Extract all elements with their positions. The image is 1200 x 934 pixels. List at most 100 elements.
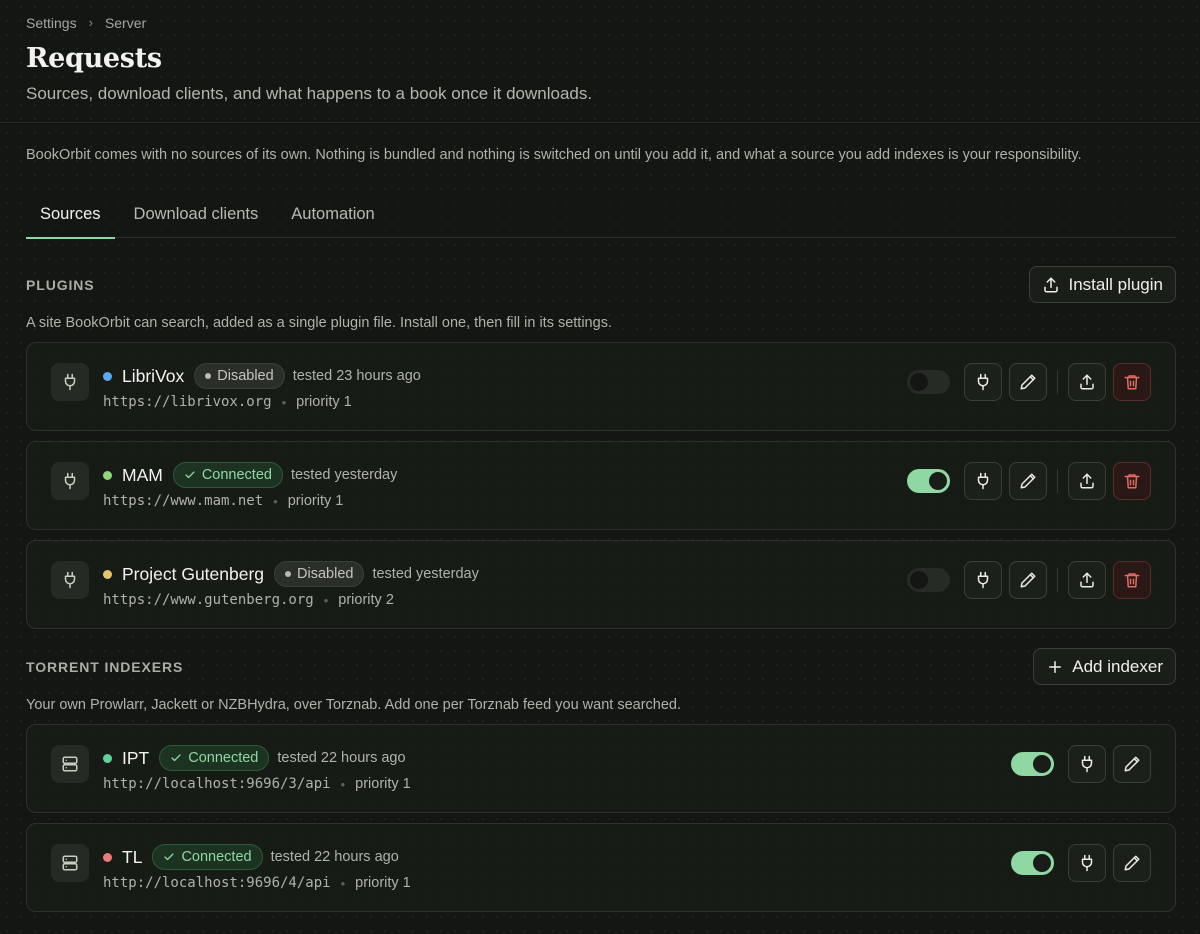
toggle-knob — [910, 373, 928, 391]
toggle-knob — [929, 472, 947, 490]
pencil-icon — [1019, 571, 1037, 589]
status-label: Disabled — [217, 368, 274, 384]
card-meta: https://www.mam.net • priority 1 — [103, 492, 343, 510]
add-indexer-button[interactable]: Add indexer — [1033, 648, 1176, 685]
page-header: Settings › Server Requests Sources, down… — [0, 0, 1200, 123]
check-icon — [163, 851, 175, 863]
enable-toggle[interactable] — [1011, 752, 1054, 776]
source-url: https://librivox.org — [103, 394, 272, 410]
edit-button[interactable] — [1009, 561, 1047, 599]
trash-icon — [1123, 373, 1141, 391]
test-connection-button[interactable] — [1068, 844, 1106, 882]
indexers-section-header: TORRENT INDEXERS Add indexer — [26, 648, 1176, 685]
delete-button[interactable] — [1113, 561, 1151, 599]
delete-button[interactable] — [1113, 462, 1151, 500]
status-dot — [285, 571, 292, 577]
check-icon — [184, 469, 196, 481]
status-badge: Connected — [152, 844, 263, 870]
upload-icon — [1042, 276, 1060, 294]
responsibility-notice: BookOrbit comes with no sources of its o… — [26, 147, 1082, 163]
test-connection-button[interactable] — [1068, 745, 1106, 783]
enable-toggle[interactable] — [907, 568, 950, 592]
meta-separator: • — [273, 493, 278, 509]
card-actions — [907, 462, 1151, 500]
status-dot — [205, 373, 212, 379]
action-divider — [1057, 568, 1058, 592]
color-dot — [103, 569, 112, 579]
action-divider — [1057, 469, 1058, 493]
color-dot — [103, 753, 112, 763]
plugins-card: LibriVox Disabled tested 23 hours ago https… — [26, 342, 1176, 431]
edit-button[interactable] — [1113, 745, 1151, 783]
edit-button[interactable] — [1113, 844, 1151, 882]
tab-automation[interactable]: Automation — [277, 192, 388, 238]
priority: priority 1 — [355, 776, 411, 792]
priority: priority 2 — [338, 592, 394, 608]
page-subtitle: Sources, download clients, and what happ… — [26, 84, 593, 103]
card-heading: TL Connected tested 22 hours ago — [103, 844, 399, 870]
test-connection-button[interactable] — [964, 561, 1002, 599]
status-badge: Connected — [159, 745, 270, 771]
status-badge: Connected — [172, 462, 283, 488]
plug-icon — [974, 472, 992, 490]
plus-icon — [1046, 658, 1064, 676]
priority: priority 1 — [287, 493, 344, 509]
source-name: Project Gutenberg — [122, 563, 265, 584]
indexers-card: IPT Connected tested 22 hours ago http://lo… — [26, 724, 1176, 813]
enable-toggle[interactable] — [907, 370, 950, 394]
delete-button[interactable] — [1113, 363, 1151, 401]
breadcrumb-settings-link[interactable]: Settings — [26, 15, 77, 31]
card-meta: http://localhost:9696/4/api • priority 1 — [103, 874, 411, 892]
export-button[interactable] — [1068, 363, 1106, 401]
plugins-description: A site BookOrbit can search, added as a … — [26, 315, 612, 331]
card-heading: Project Gutenberg Disabled tested yesterda… — [103, 561, 479, 587]
enable-toggle[interactable] — [1011, 851, 1054, 875]
source-name: IPT — [122, 747, 150, 768]
card-meta: https://librivox.org • priority 1 — [103, 393, 352, 411]
pencil-icon — [1019, 373, 1037, 391]
page-title: Requests — [26, 43, 162, 74]
tested-time: tested yesterday — [372, 566, 479, 582]
meta-separator: • — [340, 776, 346, 792]
toggle-knob — [1033, 755, 1051, 773]
source-name: LibriVox — [122, 365, 185, 386]
export-button[interactable] — [1068, 462, 1106, 500]
card-heading: LibriVox Disabled tested 23 hours ago — [103, 363, 421, 389]
source-url: https://www.mam.net — [103, 493, 264, 509]
export-button[interactable] — [1068, 561, 1106, 599]
toggle-knob — [1033, 854, 1051, 872]
test-connection-button[interactable] — [964, 462, 1002, 500]
indexers-description: Your own Prowlarr, Jackett or NZBHydra, … — [26, 697, 682, 713]
indexers-card: TL Connected tested 22 hours ago http://loc… — [26, 823, 1176, 912]
upload-icon — [1078, 472, 1096, 490]
indexers-section-title: TORRENT INDEXERS — [26, 658, 184, 675]
toggle-knob — [910, 571, 928, 589]
meta-separator: • — [323, 592, 329, 608]
check-icon — [170, 752, 182, 764]
color-dot — [103, 852, 112, 862]
install-plugin-button[interactable]: Install plugin — [1029, 266, 1176, 303]
status-label: Connected — [188, 750, 259, 766]
pencil-icon — [1123, 854, 1141, 872]
tab-download-clients[interactable]: Download clients — [120, 192, 273, 238]
tab-bar: Sources Download clients Automation — [26, 192, 1176, 239]
status-badge: Disabled — [274, 561, 365, 587]
plug-icon — [1078, 854, 1096, 872]
action-divider — [1057, 370, 1058, 394]
edit-button[interactable] — [1009, 462, 1047, 500]
chevron-right-icon: › — [88, 15, 93, 30]
plug-icon — [51, 363, 89, 401]
test-connection-button[interactable] — [964, 363, 1002, 401]
trash-icon — [1123, 571, 1141, 589]
plug-icon — [1078, 755, 1096, 773]
card-actions — [907, 363, 1151, 401]
enable-toggle[interactable] — [907, 469, 950, 493]
tab-sources[interactable]: Sources — [26, 192, 115, 239]
edit-button[interactable] — [1009, 363, 1047, 401]
card-heading: IPT Connected tested 22 hours ago — [103, 745, 406, 771]
server-icon — [51, 844, 89, 882]
source-url: http://localhost:9696/3/api — [103, 776, 331, 792]
breadcrumb-current: Server — [104, 14, 147, 31]
status-label: Connected — [201, 467, 272, 483]
plug-icon — [51, 462, 89, 500]
